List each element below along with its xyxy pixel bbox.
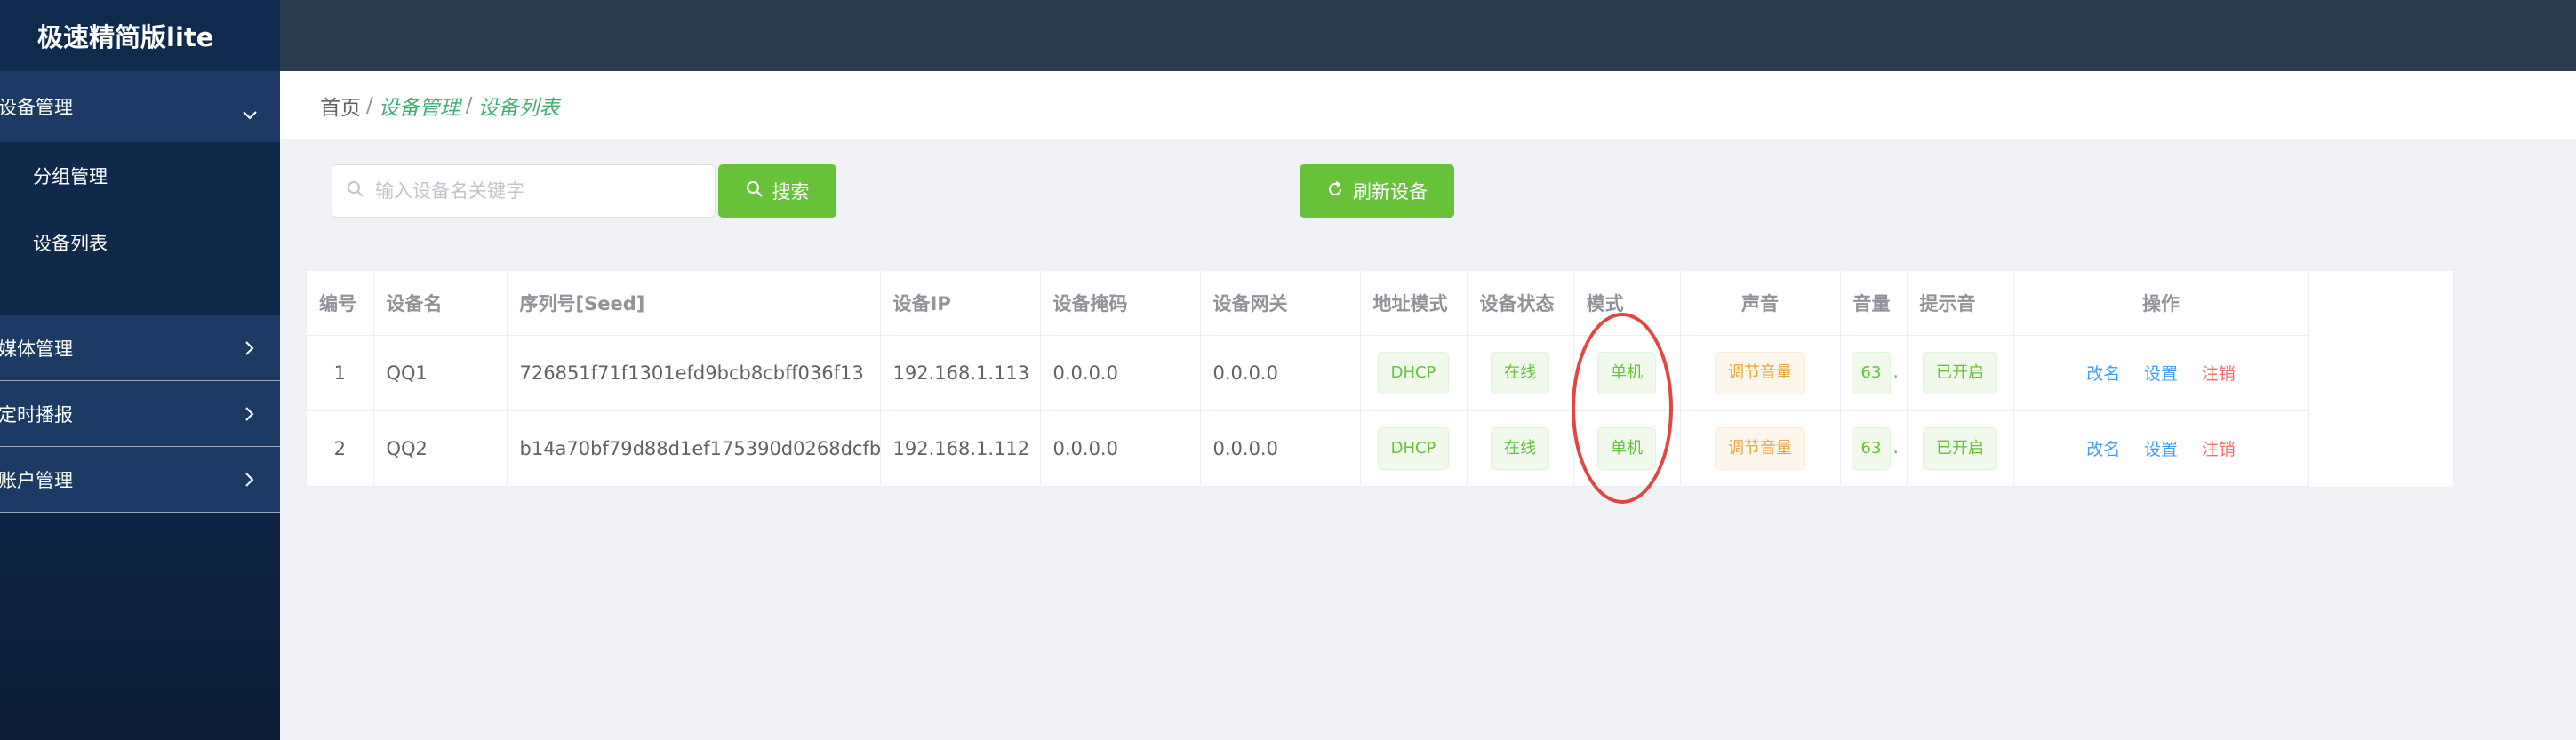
- cell-gateway: 0.0.0.0: [1200, 410, 1361, 487]
- deregister-link[interactable]: 注销: [2202, 440, 2236, 459]
- sidebar-submenu: 分组管理 设备列表: [0, 142, 280, 315]
- cell-ip: 192.168.1.112: [880, 410, 1041, 487]
- cell-actions: 改名 设置 注销: [2013, 335, 2309, 411]
- breadcrumb-separator: /: [465, 93, 473, 117]
- chevron-right-icon: [241, 471, 259, 489]
- col-header-mode: 模式: [1573, 271, 1681, 336]
- device-table: 编号 设备名 序列号[Seed] 设备IP 设备掩码 设备网关 地址模式 设备状…: [307, 271, 2309, 487]
- col-header-id: 编号: [307, 271, 374, 336]
- sidebar-item-media-management[interactable]: 媒体管理: [0, 315, 280, 381]
- cell-ip: 192.168.1.113: [880, 335, 1041, 411]
- cell-mode: 单机: [1573, 410, 1681, 487]
- sidebar-item-label: 账户管理: [0, 469, 73, 491]
- mode-tag: 单机: [1597, 426, 1656, 470]
- chevron-right-icon: [241, 405, 259, 423]
- chevron-right-icon: [241, 339, 259, 357]
- search-icon: [746, 180, 764, 203]
- cell-prompt: 已开启: [1907, 410, 2014, 487]
- search-button-label: 搜索: [772, 181, 810, 203]
- sidebar-item-device-management[interactable]: 设备管理: [0, 71, 280, 142]
- sidebar-item-label: 定时播报: [0, 403, 73, 426]
- cell-mode: 单机: [1573, 335, 1681, 411]
- chevron-down-icon: [241, 107, 259, 124]
- volume-suffix: .: [1892, 435, 1900, 458]
- col-header-volume: 音量: [1840, 271, 1908, 336]
- refresh-icon: [1326, 180, 1344, 203]
- volume-tag: 63: [1851, 426, 1892, 470]
- table-row: 1 QQ1 726851f71f1301efd9bcb8cbff036f13 1…: [307, 335, 2309, 411]
- adjust-volume-button[interactable]: 调节音量: [1715, 351, 1805, 394]
- cell-sound: 调节音量: [1680, 410, 1841, 487]
- sidebar-item-device-list[interactable]: 设备列表: [0, 209, 280, 275]
- rename-link[interactable]: 改名: [2086, 440, 2120, 459]
- cell-prompt: 已开启: [1907, 335, 2014, 411]
- cell-addr-mode: DHCP: [1360, 410, 1468, 487]
- col-header-sound: 声音: [1680, 271, 1841, 336]
- table-header-row: 编号 设备名 序列号[Seed] 设备IP 设备掩码 设备网关 地址模式 设备状…: [307, 271, 2309, 336]
- volume-tag: 63: [1851, 351, 1892, 394]
- cell-name: QQ2: [373, 410, 508, 487]
- col-header-addr-mode: 地址模式: [1360, 271, 1468, 336]
- col-header-ip: 设备IP: [880, 271, 1041, 336]
- sidebar-item-account-management[interactable]: 账户管理: [0, 447, 280, 513]
- search-button[interactable]: 搜索: [718, 164, 836, 218]
- table-row: 2 QQ2 b14a70bf79d88d1ef175390d0268dcfb 1…: [307, 410, 2309, 487]
- col-header-name: 设备名: [373, 271, 508, 336]
- col-header-prompt: 提示音: [1907, 271, 2014, 336]
- col-header-gateway: 设备网关: [1200, 271, 1361, 336]
- breadcrumb-separator: /: [366, 93, 373, 117]
- cell-volume: 63.: [1840, 335, 1908, 411]
- col-header-actions: 操作: [2013, 271, 2309, 336]
- cell-id: 2: [307, 410, 374, 487]
- refresh-devices-button[interactable]: 刷新设备: [1300, 164, 1454, 218]
- device-table-container: 编号 设备名 序列号[Seed] 设备IP 设备掩码 设备网关 地址模式 设备状…: [307, 271, 2453, 487]
- sidebar-item-label: 设备管理: [0, 97, 73, 118]
- cell-id: 1: [307, 335, 374, 411]
- rename-link[interactable]: 改名: [2086, 364, 2120, 384]
- deregister-link[interactable]: 注销: [2202, 364, 2236, 384]
- addr-mode-tag: DHCP: [1377, 351, 1450, 394]
- breadcrumb: 首页 / 设备管理 / 设备列表: [280, 71, 2576, 139]
- cell-name: QQ1: [373, 335, 508, 411]
- settings-link[interactable]: 设置: [2144, 440, 2178, 459]
- search-box: [332, 164, 716, 218]
- status-badge: 在线: [1491, 426, 1549, 470]
- search-icon: [347, 180, 364, 202]
- cell-mask: 0.0.0.0: [1040, 335, 1201, 411]
- cell-sound: 调节音量: [1680, 335, 1841, 411]
- col-header-mask: 设备掩码: [1040, 271, 1201, 336]
- sidebar-item-scheduled-broadcast[interactable]: 定时播报: [0, 381, 280, 447]
- cell-actions: 改名 设置 注销: [2013, 410, 2309, 487]
- breadcrumb-home[interactable]: 首页: [320, 91, 361, 121]
- sidebar-item-label: 媒体管理: [0, 338, 73, 360]
- sidebar: 极速精简版lite 设备管理 分组管理 设备列表 媒体管理 定时播报 账户管理: [0, 0, 280, 740]
- breadcrumb-device-management[interactable]: 设备管理: [379, 91, 460, 121]
- prompt-tag: 已开启: [1923, 351, 1997, 394]
- settings-link[interactable]: 设置: [2144, 364, 2178, 384]
- breadcrumb-device-list: 设备列表: [477, 96, 560, 120]
- refresh-button-label: 刷新设备: [1353, 181, 1428, 203]
- volume-suffix: .: [1892, 360, 1900, 382]
- col-header-status: 设备状态: [1467, 271, 1574, 336]
- cell-addr-mode: DHCP: [1360, 335, 1468, 411]
- cell-seed: b14a70bf79d88d1ef175390d0268dcfb: [507, 410, 881, 487]
- cell-status: 在线: [1467, 335, 1574, 411]
- status-badge: 在线: [1491, 351, 1549, 394]
- adjust-volume-button[interactable]: 调节音量: [1715, 426, 1805, 470]
- cell-mask: 0.0.0.0: [1040, 410, 1201, 487]
- top-navbar: [280, 0, 2576, 71]
- sidebar-item-group-management[interactable]: 分组管理: [0, 142, 280, 209]
- prompt-tag: 已开启: [1923, 426, 1997, 470]
- cell-seed: 726851f71f1301efd9bcb8cbff036f13: [507, 335, 881, 411]
- cell-volume: 63.: [1840, 410, 1908, 487]
- col-header-seed: 序列号[Seed]: [507, 271, 881, 336]
- cell-status: 在线: [1467, 410, 1574, 487]
- search-input[interactable]: [375, 180, 713, 202]
- app-logo: 极速精简版lite: [0, 0, 280, 71]
- cell-gateway: 0.0.0.0: [1200, 335, 1361, 411]
- addr-mode-tag: DHCP: [1377, 426, 1450, 470]
- mode-tag: 单机: [1597, 351, 1656, 394]
